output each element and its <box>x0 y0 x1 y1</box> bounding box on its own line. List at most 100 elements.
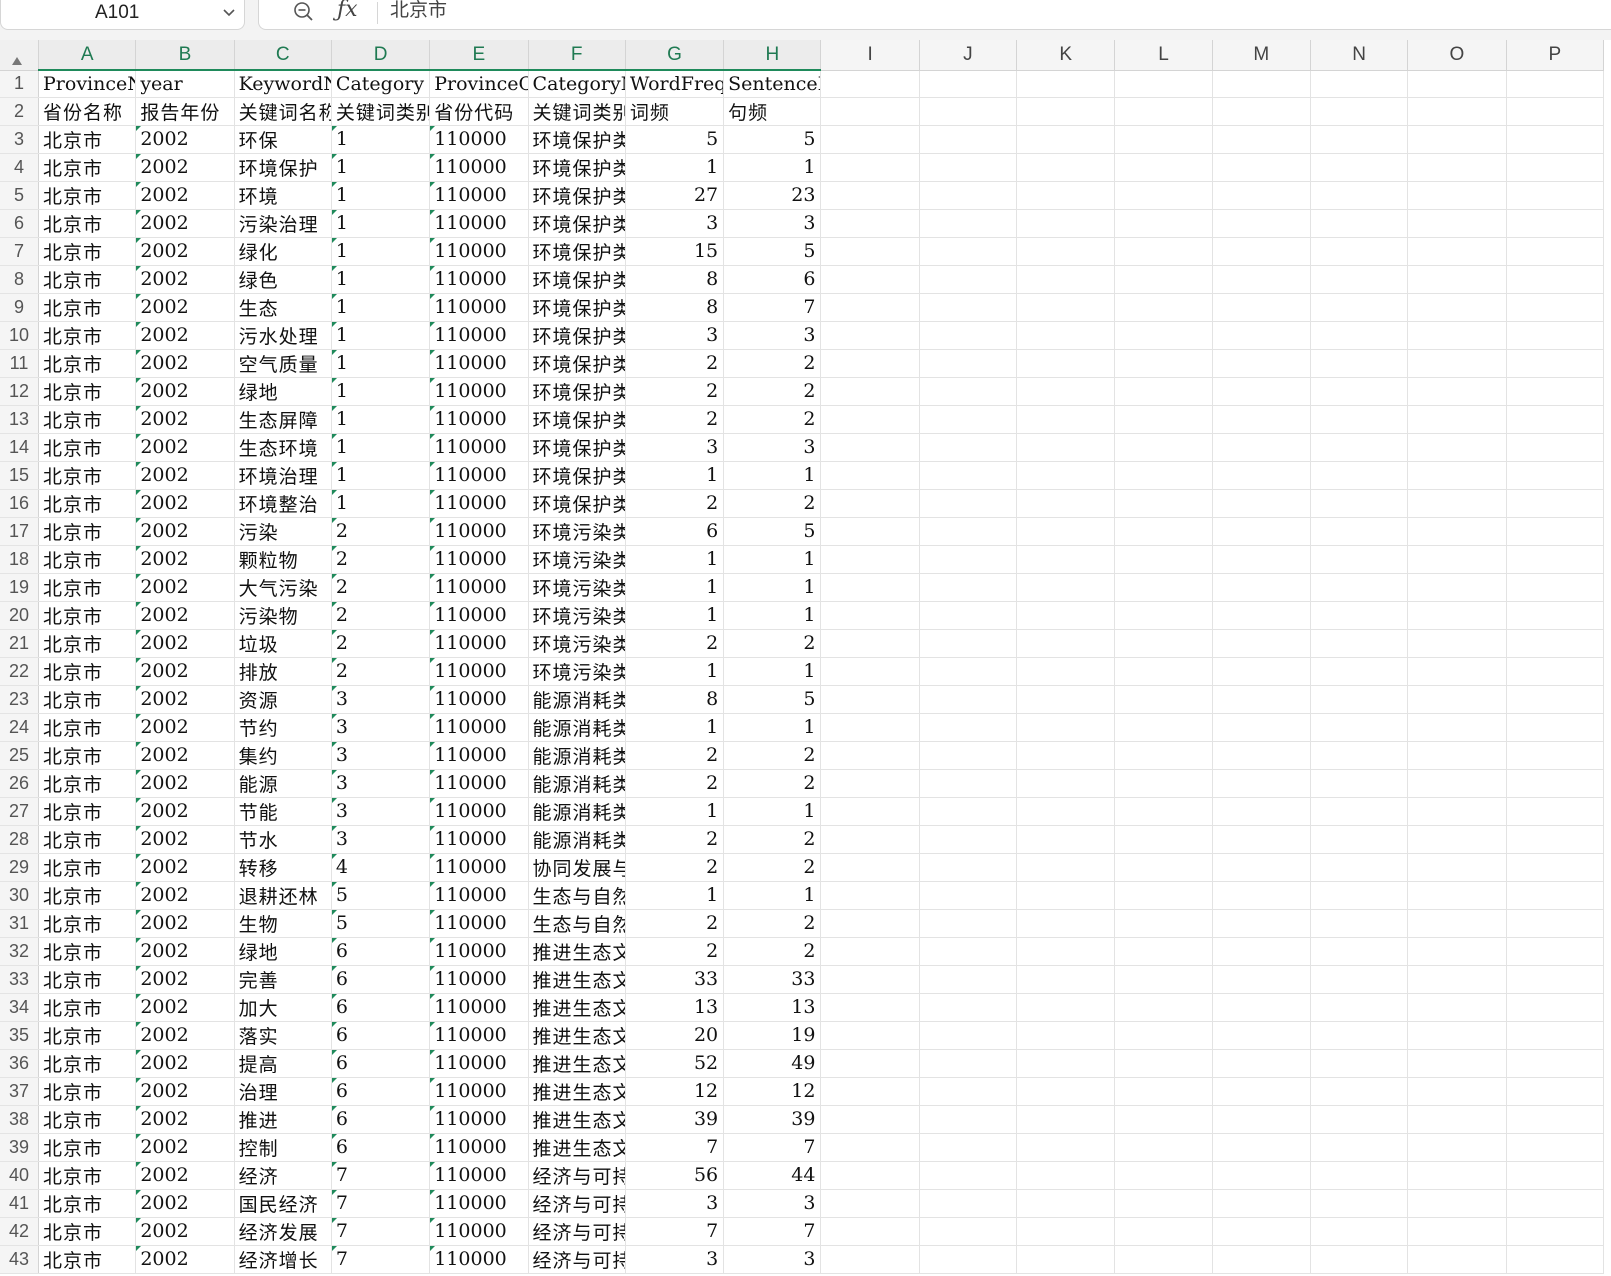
cell-g38[interactable]: 39 <box>625 1105 725 1134</box>
cell-o12[interactable] <box>1407 377 1507 406</box>
cell-m40[interactable] <box>1212 1161 1311 1190</box>
cell-n28[interactable] <box>1310 825 1409 854</box>
cell-l17[interactable] <box>1114 517 1213 546</box>
cell-e5[interactable]: 110000 <box>429 181 529 210</box>
cell-a25[interactable]: 北京市 <box>38 741 137 770</box>
cell-n20[interactable] <box>1310 601 1409 630</box>
cell-h39[interactable]: 7 <box>723 1133 822 1162</box>
cell-c22[interactable]: 排放 <box>234 657 332 686</box>
formula-bar[interactable] <box>258 0 1611 30</box>
cell-o29[interactable] <box>1407 853 1507 882</box>
cell-k17[interactable] <box>1016 517 1116 546</box>
cell-c32[interactable]: 绿地 <box>234 937 332 966</box>
spreadsheet-grid[interactable]: ABCDEFGHIJKLMNOP 1ProvinceNyearKeywordNa… <box>0 40 1611 1276</box>
cell-k3[interactable] <box>1016 125 1116 154</box>
cell-a13[interactable]: 北京市 <box>38 405 137 434</box>
cell-c28[interactable]: 节水 <box>234 825 332 854</box>
cell-p34[interactable] <box>1506 993 1605 1022</box>
row-header[interactable]: 1 <box>0 70 40 98</box>
cell-k20[interactable] <box>1016 601 1116 630</box>
column-header-g[interactable]: G <box>625 40 725 71</box>
cell-a14[interactable]: 北京市 <box>38 433 137 462</box>
cell-m25[interactable] <box>1212 741 1311 770</box>
cell-b43[interactable]: 2002 <box>135 1245 235 1274</box>
cell-b30[interactable]: 2002 <box>135 881 235 910</box>
cell-j3[interactable] <box>919 125 1018 154</box>
cell-f20[interactable]: 环境污染类 <box>528 601 626 630</box>
cell-c34[interactable]: 加大 <box>234 993 332 1022</box>
cell-e17[interactable]: 110000 <box>429 517 529 546</box>
row-header[interactable]: 11 <box>0 349 40 378</box>
cell-n12[interactable] <box>1310 377 1409 406</box>
cell-m31[interactable] <box>1212 909 1311 938</box>
cell-k2[interactable] <box>1016 97 1116 126</box>
cell-k36[interactable] <box>1016 1049 1116 1078</box>
cell-b11[interactable]: 2002 <box>135 349 235 378</box>
cell-n3[interactable] <box>1310 125 1409 154</box>
cell-k21[interactable] <box>1016 629 1116 658</box>
cell-o22[interactable] <box>1407 657 1507 686</box>
cell-j36[interactable] <box>919 1049 1018 1078</box>
cell-c1[interactable]: KeywordNa <box>234 70 332 98</box>
cell-e32[interactable]: 110000 <box>429 937 529 966</box>
cell-p40[interactable] <box>1506 1161 1605 1190</box>
cell-h30[interactable]: 1 <box>723 881 822 910</box>
cell-g30[interactable]: 1 <box>625 881 725 910</box>
cell-d9[interactable]: 1 <box>331 293 431 322</box>
cell-o33[interactable] <box>1407 965 1507 994</box>
cell-h41[interactable]: 3 <box>723 1189 822 1218</box>
cell-h18[interactable]: 1 <box>723 545 822 574</box>
cell-f25[interactable]: 能源消耗类 <box>528 741 626 770</box>
cell-a30[interactable]: 北京市 <box>38 881 137 910</box>
cell-p32[interactable] <box>1506 937 1605 966</box>
cell-h19[interactable]: 1 <box>723 573 822 602</box>
cell-g16[interactable]: 2 <box>625 489 725 518</box>
cell-h15[interactable]: 1 <box>723 461 822 490</box>
cell-d6[interactable]: 1 <box>331 209 431 238</box>
cell-n16[interactable] <box>1310 489 1409 518</box>
cell-i30[interactable] <box>820 881 920 910</box>
cell-h8[interactable]: 6 <box>723 265 822 294</box>
cell-i5[interactable] <box>820 181 920 210</box>
cell-d23[interactable]: 3 <box>331 685 431 714</box>
cell-m33[interactable] <box>1212 965 1311 994</box>
cell-p4[interactable] <box>1506 153 1605 182</box>
cell-e3[interactable]: 110000 <box>429 125 529 154</box>
cell-e27[interactable]: 110000 <box>429 797 529 826</box>
cell-l8[interactable] <box>1114 265 1213 294</box>
cell-l13[interactable] <box>1114 405 1213 434</box>
cell-i10[interactable] <box>820 321 920 350</box>
cell-d16[interactable]: 1 <box>331 489 431 518</box>
cell-g2[interactable]: 词频 <box>625 97 725 126</box>
cell-e25[interactable]: 110000 <box>429 741 529 770</box>
row-header[interactable]: 31 <box>0 909 40 938</box>
cell-f4[interactable]: 环境保护类 <box>528 153 626 182</box>
cell-p25[interactable] <box>1506 741 1605 770</box>
cell-a3[interactable]: 北京市 <box>38 125 137 154</box>
row-header[interactable]: 22 <box>0 657 40 686</box>
cell-d43[interactable]: 7 <box>331 1245 431 1274</box>
cell-p8[interactable] <box>1506 265 1605 294</box>
cell-a2[interactable]: 省份名称 <box>38 97 137 126</box>
cell-d12[interactable]: 1 <box>331 377 431 406</box>
cell-o18[interactable] <box>1407 545 1507 574</box>
cell-b5[interactable]: 2002 <box>135 181 235 210</box>
cell-c39[interactable]: 控制 <box>234 1133 332 1162</box>
cell-l16[interactable] <box>1114 489 1213 518</box>
cell-a43[interactable]: 北京市 <box>38 1245 137 1274</box>
row-header[interactable]: 35 <box>0 1021 40 1050</box>
cell-k42[interactable] <box>1016 1217 1116 1246</box>
row-header[interactable]: 30 <box>0 881 40 910</box>
cell-l28[interactable] <box>1114 825 1213 854</box>
cell-n33[interactable] <box>1310 965 1409 994</box>
cell-h31[interactable]: 2 <box>723 909 822 938</box>
cell-k40[interactable] <box>1016 1161 1116 1190</box>
cell-h14[interactable]: 3 <box>723 433 822 462</box>
cell-m41[interactable] <box>1212 1189 1311 1218</box>
cell-l24[interactable] <box>1114 713 1213 742</box>
cell-p11[interactable] <box>1506 349 1605 378</box>
column-header-b[interactable]: B <box>135 40 235 71</box>
row-header[interactable]: 9 <box>0 293 40 322</box>
cell-c10[interactable]: 污水处理 <box>234 321 332 350</box>
cell-d33[interactable]: 6 <box>331 965 431 994</box>
